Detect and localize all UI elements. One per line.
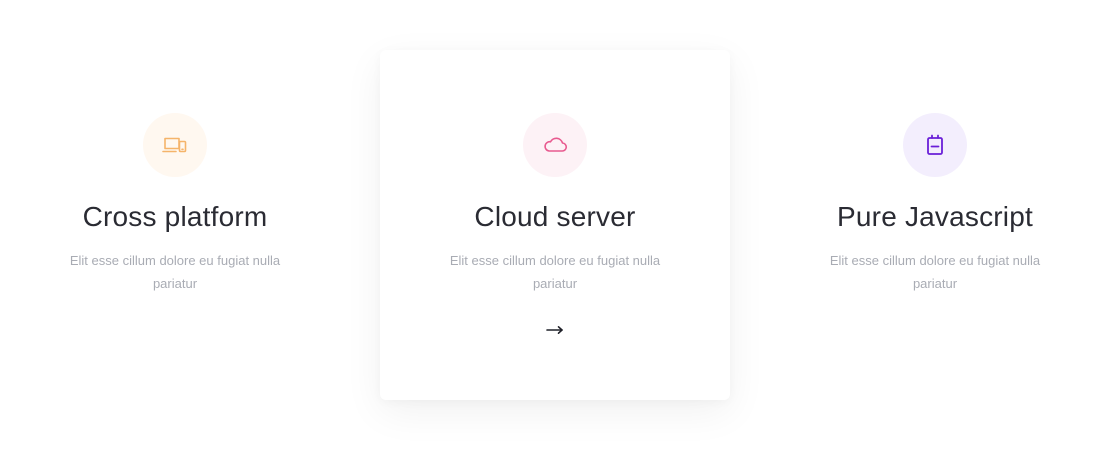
feature-card-pure-javascript: Pure Javascript Elit esse cillum dolore … — [760, 50, 1110, 400]
feature-title: Pure Javascript — [837, 201, 1033, 232]
file-icon — [925, 134, 945, 156]
arrow-right-icon — [546, 322, 564, 340]
cloud-icon — [542, 135, 568, 155]
feature-icon-circle — [903, 113, 967, 177]
feature-title: Cloud server — [474, 201, 636, 232]
learn-more-link[interactable] — [543, 323, 567, 339]
feature-description: Elit esse cillum dolore eu fugiat nulla … — [449, 253, 661, 291]
feature-description: Elit esse cillum dolore eu fugiat nulla … — [829, 253, 1041, 291]
feature-title: Cross platform — [82, 201, 268, 232]
feature-icon-circle — [143, 113, 207, 177]
features-section: Cross platform Elit esse cillum dolore e… — [0, 0, 1110, 450]
feature-description: Elit esse cillum dolore eu fugiat nulla … — [69, 253, 281, 291]
feature-card-cloud-server[interactable]: Cloud server Elit esse cillum dolore eu … — [380, 50, 730, 400]
feature-card-cross-platform: Cross platform Elit esse cillum dolore e… — [0, 50, 350, 400]
feature-icon-circle — [523, 113, 587, 177]
devices-icon — [162, 135, 188, 155]
